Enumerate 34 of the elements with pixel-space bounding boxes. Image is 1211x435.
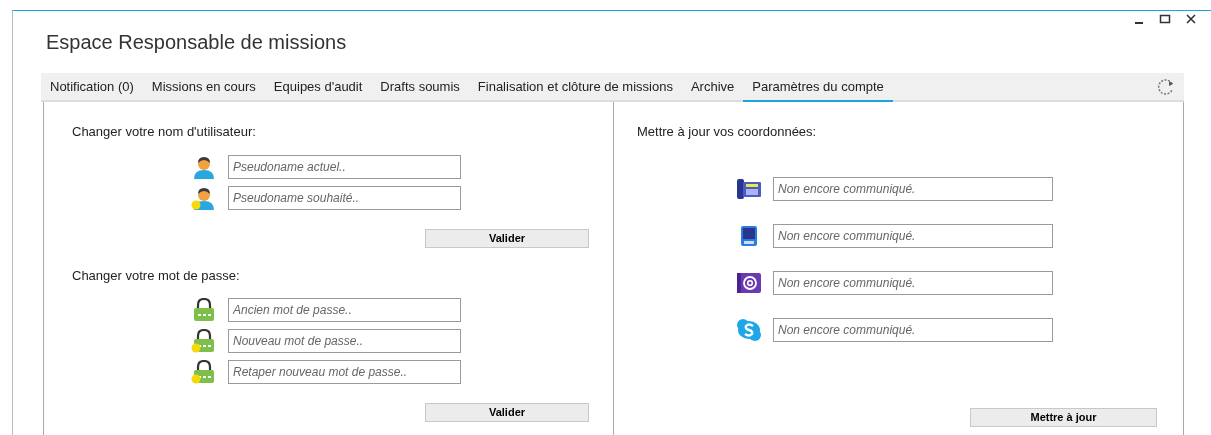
text-field[interactable]: Ancien mot de passe.. [228,298,461,322]
tab[interactable]: Drafts soumis [371,73,469,102]
tab[interactable]: Archive [681,73,744,102]
submit-button[interactable]: Mettre à jour [970,407,1157,427]
text-field[interactable]: Non encore communiqué. [773,223,1053,248]
mobile-phone-icon [740,224,758,247]
tab[interactable]: Paramètres du compte [743,73,893,102]
text-field[interactable]: Non encore communiqué. [773,270,1053,295]
desk-phone-icon [736,177,762,200]
chat-s-icon [736,318,762,341]
tab[interactable]: Notification (0) [41,73,143,102]
refresh-icon[interactable] [1156,77,1176,96]
maximize-icon[interactable] [1159,13,1171,25]
text-field[interactable]: Pseudoname actuel.. [228,154,461,179]
tab[interactable]: Equipes d'audit [264,73,372,102]
padlock-icon [191,298,217,322]
window-title: Espace Responsable de missions [46,30,347,55]
padlock-badge-icon [191,360,217,384]
text-field[interactable]: Pseudoname souhaité.. [228,185,461,210]
person-badge-icon [191,185,217,210]
tab[interactable]: Missions en cours [142,73,265,102]
text-field[interactable]: Non encore communiqué. [773,176,1053,201]
text-field[interactable]: Retaper nouveau mot de passe.. [228,360,461,384]
submit-button[interactable]: Valider [425,403,589,422]
section-heading: Changer votre mot de passe: [72,266,241,285]
text-field[interactable]: Non encore communiqué. [773,317,1053,342]
person-icon [191,154,217,179]
section-heading: Mettre à jour vos coordonnées: [637,123,818,141]
section-heading: Changer votre nom d'utilisateur: [72,123,257,141]
close-icon[interactable] [1185,13,1197,25]
tab[interactable]: Finalisation et clôture de missions [468,73,682,102]
padlock-badge-icon [191,329,217,353]
text-field[interactable]: Nouveau mot de passe.. [228,329,461,353]
submit-button[interactable]: Valider [425,228,589,248]
